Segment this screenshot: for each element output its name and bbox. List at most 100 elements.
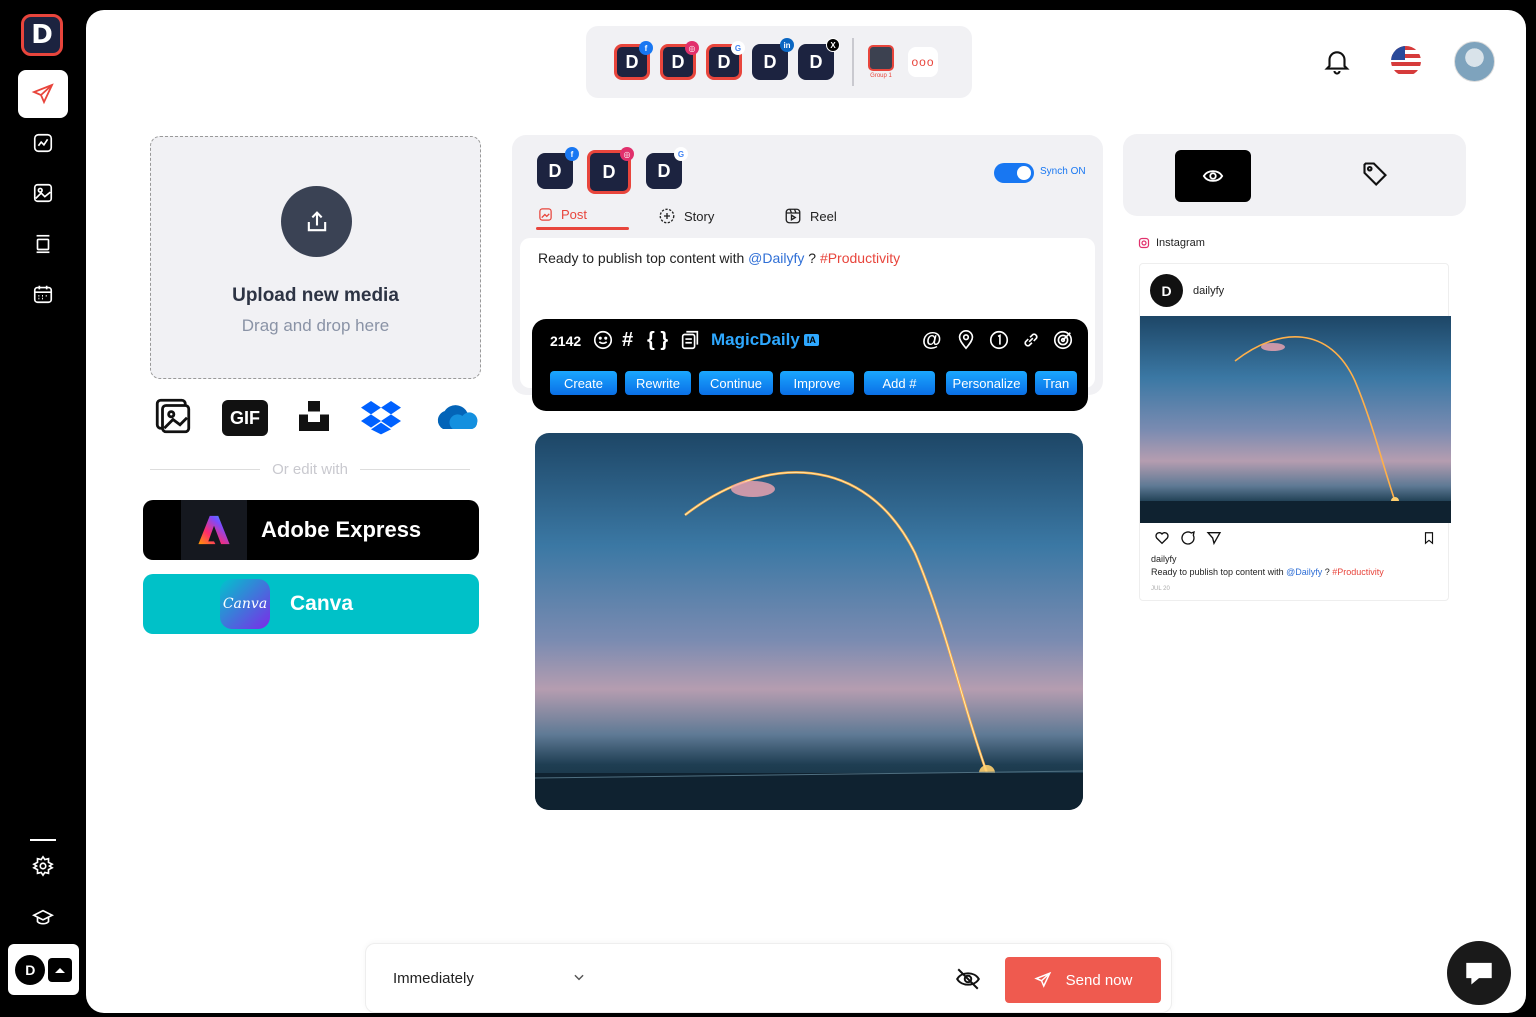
instagram-preview-card: D dailyfy dailyfy Ready to publish top c… bbox=[1139, 263, 1451, 601]
rail-item-publish[interactable] bbox=[18, 70, 68, 118]
post-text-middle: ? bbox=[804, 250, 820, 266]
analytics-icon bbox=[33, 133, 53, 153]
editor-channel-instagram[interactable]: D ◎ bbox=[587, 147, 634, 194]
rail-item-settings[interactable] bbox=[18, 842, 68, 890]
target-icon[interactable] bbox=[1052, 329, 1074, 351]
emoji-icon[interactable] bbox=[592, 329, 614, 351]
send-now-label: Send now bbox=[1065, 971, 1133, 989]
notifications-bell-icon[interactable] bbox=[1322, 46, 1352, 81]
ai-continue-button[interactable]: Continue bbox=[699, 371, 773, 395]
tab-reel[interactable]: Reel bbox=[784, 207, 837, 225]
preview-avatar: D bbox=[1150, 274, 1183, 307]
preview-date: JUL 20 bbox=[1151, 586, 1170, 592]
channel-x[interactable]: DX bbox=[798, 38, 840, 80]
x-icon: X bbox=[826, 38, 840, 52]
rail-item-media[interactable] bbox=[18, 169, 68, 217]
post-text-prefix: Ready to publish top content with bbox=[538, 250, 749, 266]
more-channels-button[interactable]: ooo bbox=[908, 47, 938, 77]
ai-create-button[interactable]: Create bbox=[550, 371, 617, 395]
eye-off-icon[interactable] bbox=[954, 966, 982, 997]
channel-google[interactable]: DG bbox=[706, 41, 745, 80]
preview-network: Instagram bbox=[1138, 237, 1205, 249]
ai-personalize-button[interactable]: Personalize bbox=[946, 371, 1027, 395]
adobe-express-label: Adobe Express bbox=[261, 517, 422, 542]
left-rail: D D bbox=[0, 0, 86, 1017]
ai-translate-button[interactable]: Tran bbox=[1035, 371, 1077, 395]
media-sources: GIF bbox=[152, 396, 482, 440]
location-icon[interactable] bbox=[955, 329, 977, 351]
channel-linkedin[interactable]: Din bbox=[752, 38, 794, 80]
onedrive-icon[interactable] bbox=[430, 398, 482, 439]
upload-dropzone[interactable]: Upload new media Drag and drop here bbox=[150, 136, 481, 379]
channel-group[interactable]: Group 1 bbox=[868, 45, 894, 79]
us-flag-icon[interactable] bbox=[1391, 46, 1421, 76]
tag-icon[interactable] bbox=[1361, 160, 1389, 193]
variables-button[interactable]: { } bbox=[647, 329, 668, 352]
tab-post[interactable]: Post bbox=[538, 207, 587, 222]
ai-improve-button[interactable]: Improve bbox=[780, 371, 854, 395]
send-now-button[interactable]: Send now bbox=[1005, 957, 1161, 1003]
hashtag-button[interactable]: # bbox=[622, 329, 633, 352]
rail-item-calendar[interactable] bbox=[18, 270, 68, 318]
channel-letter: D bbox=[602, 161, 616, 182]
post-media-image[interactable] bbox=[535, 433, 1083, 810]
instagram-icon: ◎ bbox=[620, 147, 634, 161]
rail-item-posts[interactable] bbox=[18, 220, 68, 268]
reel-icon bbox=[784, 207, 802, 225]
tab-story[interactable]: Story bbox=[658, 207, 714, 225]
editor-channel-google[interactable]: DG bbox=[646, 147, 688, 189]
paper-plane-icon bbox=[1033, 971, 1051, 988]
calendar-icon bbox=[33, 285, 53, 304]
magicdaily-button[interactable]: MagicDaily IA bbox=[711, 330, 819, 350]
chevron-down-icon[interactable] bbox=[572, 970, 586, 989]
dropbox-icon[interactable] bbox=[360, 396, 402, 441]
preview-username: dailyfy bbox=[1151, 554, 1177, 564]
sync-label: Synch ON bbox=[1040, 166, 1086, 177]
post-text: Ready to publish top content with @Daily… bbox=[538, 250, 900, 266]
workspace-avatar: D bbox=[15, 954, 46, 985]
upload-icon bbox=[281, 186, 352, 257]
user-avatar[interactable] bbox=[1454, 41, 1495, 82]
channel-letter: D bbox=[625, 51, 639, 72]
editor-channel-facebook[interactable]: Df bbox=[537, 147, 579, 189]
app-logo[interactable]: D bbox=[21, 14, 63, 56]
gear-icon bbox=[32, 855, 54, 877]
channel-selector: Df D ◎ DG Din DX Group 1 ooo bbox=[586, 26, 972, 98]
channel-letter: D bbox=[763, 51, 777, 72]
graduation-cap-icon bbox=[31, 909, 55, 925]
mention-button[interactable]: @ bbox=[922, 329, 942, 352]
tab-reel-label: Reel bbox=[810, 208, 837, 224]
first-comment-icon[interactable] bbox=[988, 329, 1010, 351]
publish-bar: Immediately Send now bbox=[365, 943, 1172, 1013]
upload-title: Upload new media bbox=[232, 285, 399, 306]
adobe-express-button[interactable]: Adobe Express bbox=[143, 500, 479, 560]
channel-facebook[interactable]: Df bbox=[614, 41, 653, 80]
channel-instagram[interactable]: D ◎ bbox=[660, 41, 699, 80]
heart-icon bbox=[1155, 532, 1169, 545]
posts-list-icon bbox=[36, 234, 50, 254]
gif-button[interactable]: GIF bbox=[222, 400, 268, 436]
canva-button[interactable]: Canva Canva bbox=[143, 574, 479, 634]
preview-caption-middle: ? bbox=[1322, 567, 1333, 577]
bookmark-icon bbox=[1424, 532, 1434, 545]
preview-eye-button[interactable] bbox=[1175, 150, 1251, 202]
channel-letter: D bbox=[671, 51, 685, 72]
workspace-switcher[interactable]: D bbox=[8, 944, 79, 995]
collapse-icon[interactable] bbox=[47, 957, 72, 982]
unsplash-icon[interactable] bbox=[296, 397, 332, 440]
schedule-select[interactable]: Immediately bbox=[393, 970, 474, 987]
chat-support-button[interactable] bbox=[1447, 941, 1511, 1005]
templates-icon[interactable] bbox=[679, 329, 701, 351]
link-icon[interactable] bbox=[1020, 329, 1042, 351]
active-tab-indicator bbox=[536, 227, 629, 230]
gallery-icon[interactable] bbox=[152, 395, 194, 442]
preview-account-name: dailyfy bbox=[1193, 284, 1225, 297]
rail-item-academy[interactable] bbox=[18, 894, 68, 942]
channel-letter: D bbox=[809, 51, 823, 72]
instagram-icon: ◎ bbox=[685, 41, 699, 55]
ai-rewrite-button[interactable]: Rewrite bbox=[625, 371, 691, 395]
rail-item-analytics[interactable] bbox=[18, 119, 68, 167]
ai-add-hashtag-button[interactable]: Add # bbox=[864, 371, 935, 395]
sync-toggle[interactable] bbox=[994, 163, 1034, 183]
story-icon bbox=[658, 207, 676, 225]
